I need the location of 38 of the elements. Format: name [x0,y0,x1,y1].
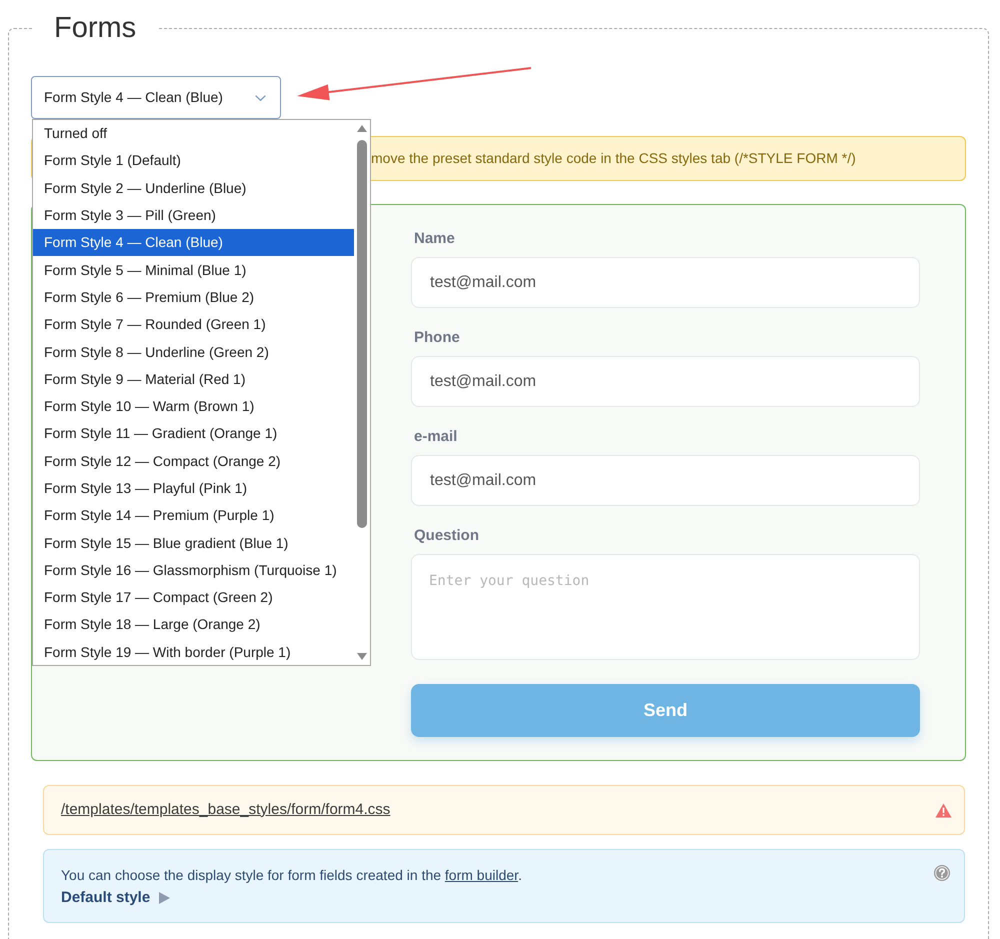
dropdown-option[interactable]: Form Style 19 — With border (Purple 1) [33,638,354,666]
field-label: Question [413,526,480,546]
text-input[interactable]: test@mail.com [411,356,920,407]
dropdown-option[interactable]: Form Style 18 — Large (Orange 2) [33,611,354,639]
section-title: Forms [53,11,138,45]
dropdown-option[interactable]: Form Style 5 — Minimal (Blue 1) [33,256,354,284]
dropdown-option[interactable]: Form Style 15 — Blue gradient (Blue 1) [33,529,354,557]
help-icon [934,865,950,881]
file-path-link[interactable]: /templates/templates_base_styles/form/form4.css [61,798,390,822]
default-style-toggle[interactable]: Default style [61,887,170,909]
dropdown-option[interactable]: Form Style 3 — Pill (Green) [33,202,354,230]
dropdown-option[interactable]: Form Style 13 — Playful (Pink 1) [33,474,354,502]
field-label: Name [413,229,456,249]
info-text: You can choose the display style for form fields created in the form builder. [61,866,522,885]
question-textarea[interactable]: Enter your question [411,554,920,660]
dropdown-option[interactable]: Form Style 9 — Material (Red 1) [33,366,354,393]
form-builder-link[interactable]: form builder [444,867,518,883]
text-input[interactable]: test@mail.com [411,455,920,506]
dropdown-option[interactable]: Form Style 12 — Compact (Orange 2) [33,448,354,475]
dropdown-option[interactable]: Form Style 16 — Glassmorphism (Turquoise 1) [33,556,354,584]
dropdown-option[interactable]: Form Style 6 — Premium (Blue 2) [33,284,354,312]
dropdown-option[interactable]: Form Style 8 — Underline (Green 2) [33,338,354,366]
dropdown-option[interactable]: Form Style 14 — Premium (Purple 1) [33,502,354,530]
dropdown-option[interactable]: Form Style 10 — Warm (Brown 1) [33,392,354,420]
scroll-down-icon[interactable] [357,653,367,660]
warning-icon [935,802,952,818]
scroll-up-icon[interactable] [357,125,367,132]
dropdown-option[interactable]: Form Style 1 (Default) [33,147,354,175]
style-select[interactable]: Form Style 4 — Clean (Blue) [31,76,281,119]
chevron-down-icon [255,94,266,100]
dropdown-option[interactable]: Form Style 17 — Compact (Green 2) [33,584,354,612]
field-label: Phone [413,328,461,348]
dropdown-option[interactable]: Form Style 7 — Rounded (Green 1) [33,311,354,338]
dropdown-option[interactable]: Form Style 4 — Clean (Blue) [33,229,354,256]
text-input[interactable]: test@mail.com [411,257,920,308]
scrollbar-thumb[interactable] [357,140,367,528]
field-label: e-mail [413,427,458,447]
dropdown-option[interactable]: Form Style 11 — Gradient (Orange 1) [33,420,354,448]
